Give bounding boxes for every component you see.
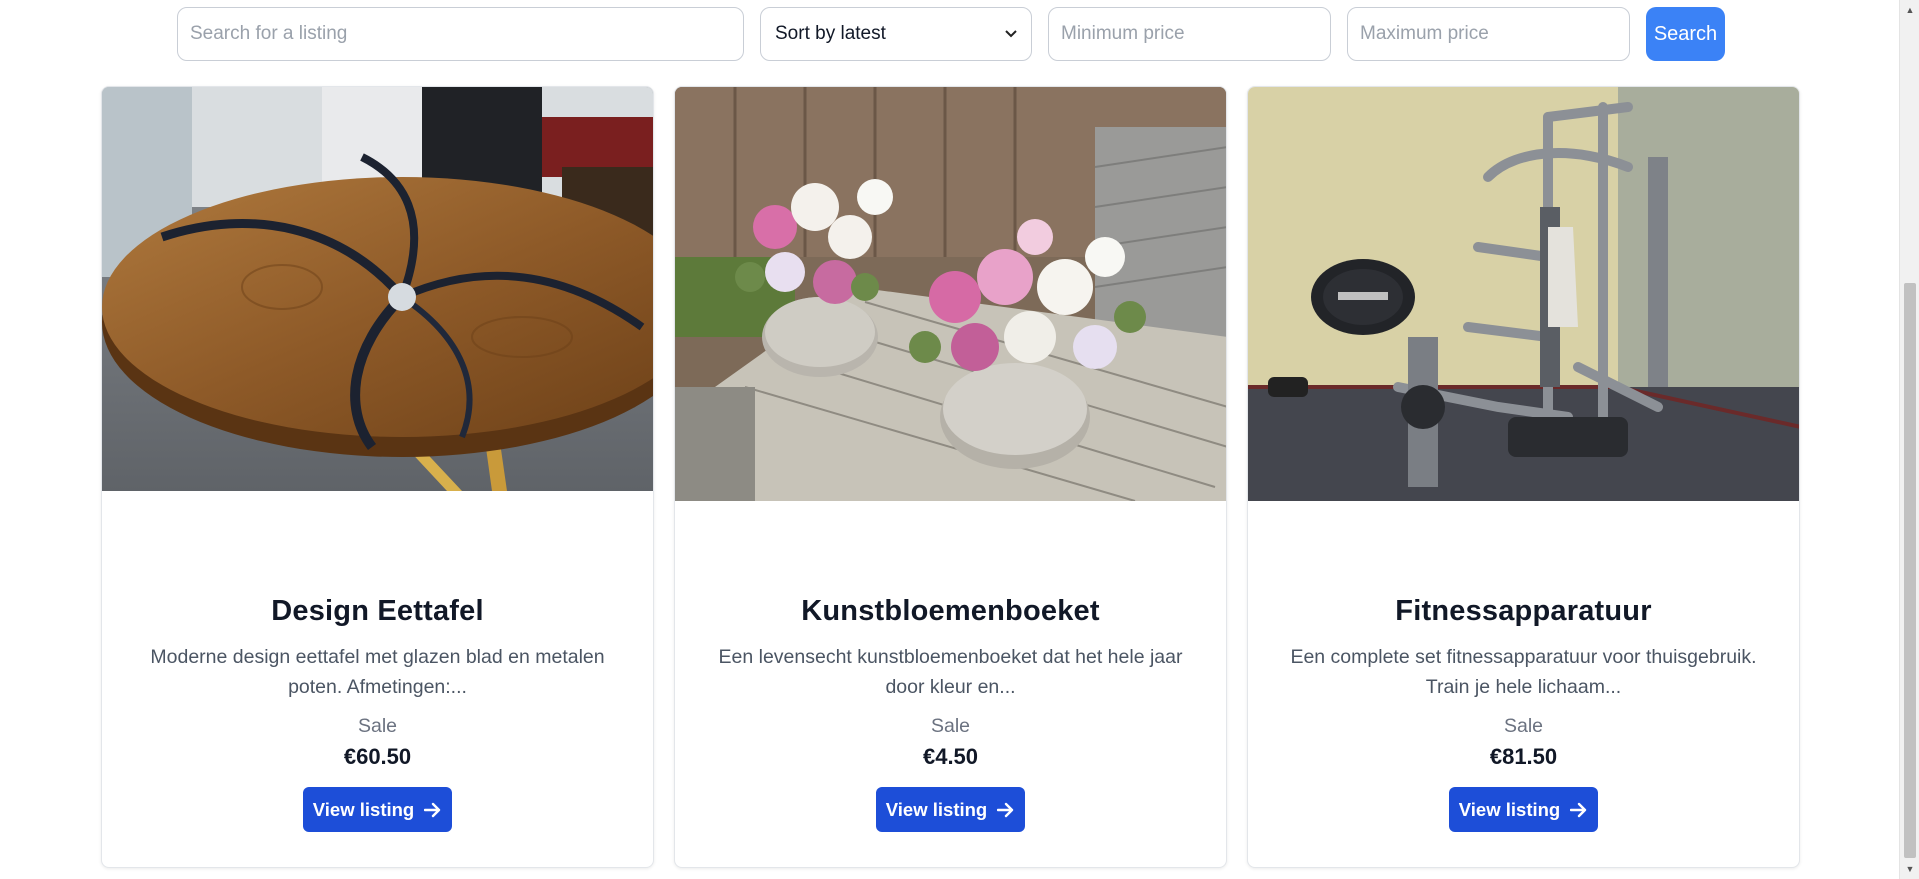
view-listing-button[interactable]: View listing: [1449, 787, 1598, 832]
listing-type: Sale: [930, 715, 971, 737]
view-listing-button[interactable]: View listing: [303, 787, 452, 832]
listing-price: €4.50: [922, 744, 979, 769]
min-price-input[interactable]: Minimum price: [1048, 7, 1331, 61]
max-price-placeholder: Maximum price: [1360, 23, 1489, 44]
listing-title: Kunstbloemenboeket: [801, 595, 1100, 627]
search-button[interactable]: Search: [1646, 7, 1725, 61]
listing-card: Kunstbloemenboeket Een levensecht kunstb…: [674, 86, 1227, 868]
min-price-placeholder: Minimum price: [1061, 23, 1185, 44]
arrow-right-icon: [997, 802, 1015, 818]
listing-title: Fitnessapparatuur: [1395, 595, 1652, 627]
view-listing-label: View listing: [885, 798, 988, 820]
arrow-right-icon: [1570, 802, 1588, 818]
scroll-up-arrow-icon[interactable]: ▲: [1900, 2, 1919, 18]
arrow-right-icon: [424, 802, 442, 818]
filter-bar: Search for a listing Sort by latest Mini…: [177, 7, 1725, 61]
listing-image[interactable]: [675, 87, 1226, 501]
view-listing-label: View listing: [1458, 798, 1561, 820]
scrollbar-thumb[interactable]: [1904, 283, 1916, 858]
listing-description: Moderne design eettafel met glazen blad …: [150, 646, 605, 698]
sort-select[interactable]: Sort by latest: [760, 7, 1032, 61]
listing-type: Sale: [1503, 715, 1544, 737]
search-input[interactable]: Search for a listing: [177, 7, 744, 61]
sort-selected-value: Sort by latest: [775, 23, 886, 44]
listing-description: Een complete set fitnessapparatuur voor …: [1290, 646, 1757, 698]
listing-body: Fitnessapparatuur Een complete set fitne…: [1248, 595, 1799, 832]
scroll-down-arrow-icon[interactable]: ▼: [1900, 861, 1919, 877]
search-placeholder: Search for a listing: [190, 23, 348, 44]
listing-image[interactable]: [1248, 87, 1799, 501]
max-price-input[interactable]: Maximum price: [1347, 7, 1630, 61]
listing-image[interactable]: [102, 87, 653, 491]
listing-description: Een levensecht kunstbloemenboeket dat he…: [718, 646, 1183, 698]
listing-type: Sale: [357, 715, 398, 737]
listing-card: Design Eettafel Moderne design eettafel …: [101, 86, 654, 868]
listing-body: Kunstbloemenboeket Een levensecht kunstb…: [675, 595, 1226, 832]
view-listing-button[interactable]: View listing: [876, 787, 1025, 832]
page: Search for a listing Sort by latest Mini…: [0, 0, 1919, 879]
vertical-scrollbar[interactable]: ▲ ▼: [1899, 0, 1919, 879]
listing-title: Design Eettafel: [271, 595, 484, 627]
listing-body: Design Eettafel Moderne design eettafel …: [102, 595, 653, 832]
view-listing-label: View listing: [312, 798, 415, 820]
listing-price: €60.50: [343, 744, 412, 769]
chevron-down-icon: [1005, 25, 1017, 43]
listing-card: Fitnessapparatuur Een complete set fitne…: [1247, 86, 1800, 868]
listing-price: €81.50: [1489, 744, 1558, 769]
